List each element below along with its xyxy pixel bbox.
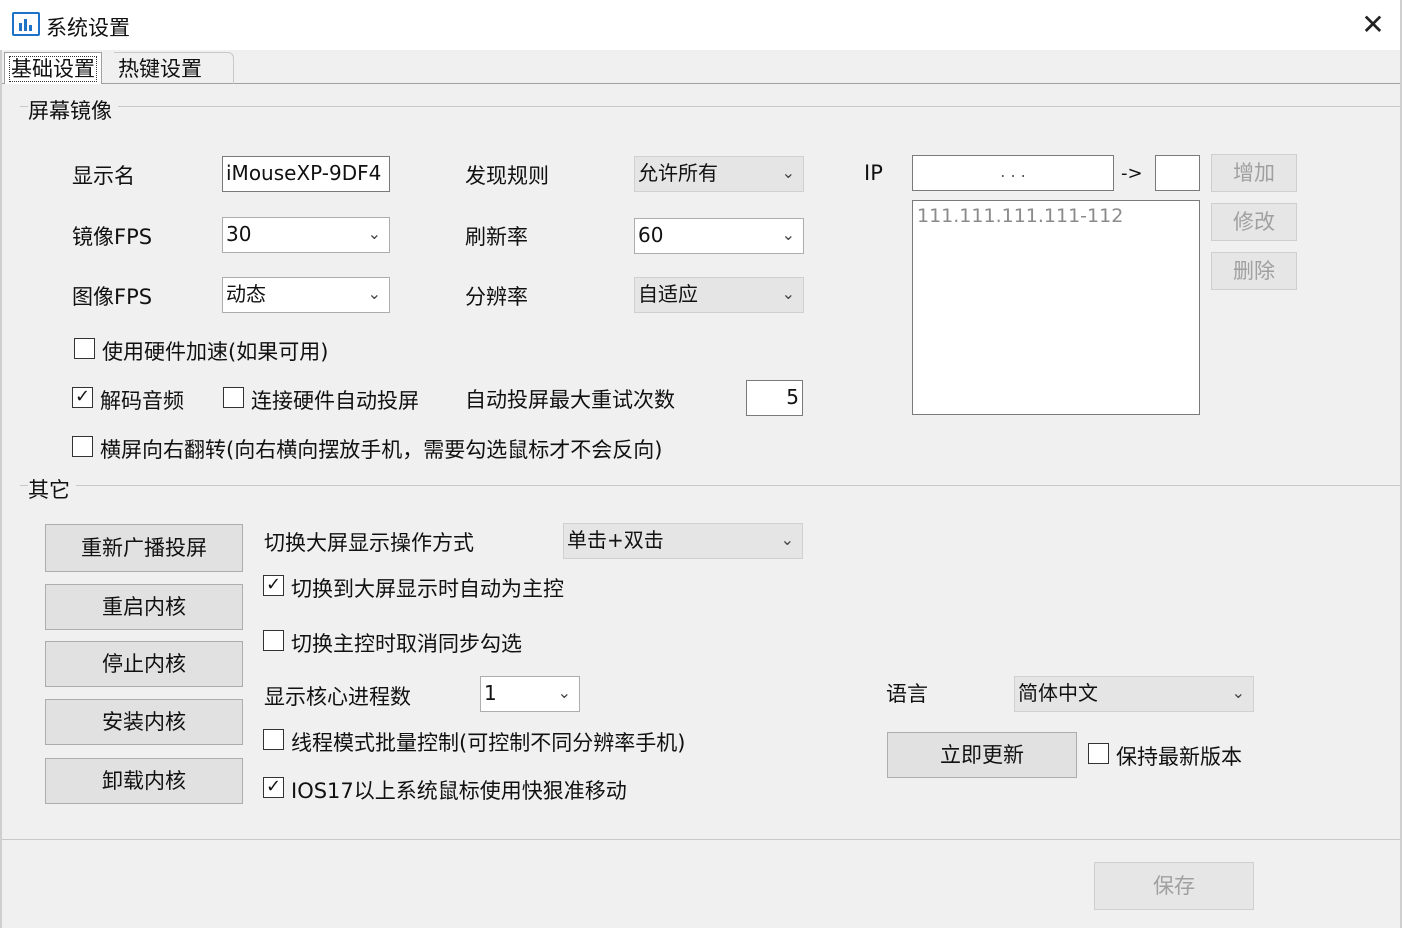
cancel-sync-checkbox[interactable] (263, 630, 284, 651)
hw-accel-checkbox[interactable] (74, 338, 95, 359)
thread-mode-checkbox[interactable] (263, 729, 284, 750)
ip-range-end-input[interactable] (1155, 155, 1200, 191)
chevron-down-icon: ⌄ (367, 224, 381, 243)
update-now-button[interactable]: 立即更新 (887, 732, 1077, 778)
keep-latest-checkbox[interactable] (1088, 743, 1109, 764)
restart-kernel-button[interactable]: 重启内核 (45, 584, 243, 630)
chevron-down-icon: ⌄ (781, 225, 795, 244)
language-select[interactable]: 简体中文 ⌄ (1014, 676, 1254, 712)
footer-divider (2, 839, 1400, 840)
chevron-down-icon: ⌄ (781, 284, 795, 303)
mirror-group-title: 屏幕镜像 (28, 95, 118, 125)
ios17-label: IOS17以上系统鼠标使用快狠准移动 (291, 779, 627, 803)
auto-master-label: 切换到大屏显示时自动为主控 (291, 577, 564, 601)
mirror-group-line (20, 106, 1400, 107)
add-button[interactable]: 增加 (1211, 154, 1297, 192)
thread-mode-label: 线程模式批量控制(可控制不同分辨率手机) (291, 731, 686, 755)
max-retry-input[interactable]: 5 (746, 380, 803, 416)
discovery-rule-label: 发现规则 (465, 164, 549, 188)
resolution-select[interactable]: 自适应 ⌄ (634, 277, 804, 313)
discovery-rule-select[interactable]: 允许所有 ⌄ (634, 156, 804, 192)
list-item[interactable]: 111.111.111.111-112 (917, 205, 1195, 227)
rebroadcast-button[interactable]: 重新广播投屏 (45, 524, 243, 572)
keep-latest-label: 保持最新版本 (1116, 745, 1242, 769)
refresh-rate-select[interactable]: 60 ⌄ (634, 218, 804, 254)
resolution-label: 分辨率 (465, 285, 528, 309)
display-name-input[interactable]: iMouseXP-9DF4 (222, 156, 390, 192)
discovery-rule-value: 允许所有 (638, 161, 718, 185)
install-kernel-button[interactable]: 安装内核 (45, 699, 243, 745)
image-fps-select[interactable]: 动态 ⌄ (222, 277, 390, 313)
tab-basic-settings-label: 基础设置 (9, 56, 97, 82)
other-group-title: 其它 (28, 474, 76, 504)
stop-kernel-button[interactable]: 停止内核 (45, 641, 243, 687)
switch-mode-label: 切换大屏显示操作方式 (264, 531, 474, 555)
auto-cast-label: 连接硬件自动投屏 (251, 389, 419, 413)
chevron-down-icon: ⌄ (557, 683, 571, 702)
hw-accel-label: 使用硬件加速(如果可用) (102, 340, 329, 364)
auto-master-checkbox[interactable]: ✓ (263, 575, 284, 596)
max-retry-label: 自动投屏最大重试次数 (465, 388, 675, 412)
tab-basic-settings[interactable]: 基础设置 (4, 52, 102, 84)
landscape-flip-label: 横屏向右翻转(向右横向摆放手机，需要勾选鼠标才不会反向) (100, 438, 663, 462)
core-procs-label: 显示核心进程数 (264, 685, 411, 709)
ip-address-input[interactable]: . . . (912, 155, 1114, 191)
cancel-sync-label: 切换主控时取消同步勾选 (291, 632, 522, 656)
image-fps-value: 动态 (226, 282, 266, 306)
delete-button[interactable]: 删除 (1211, 252, 1297, 290)
mirror-fps-select[interactable]: 30 ⌄ (222, 217, 390, 253)
edit-button[interactable]: 修改 (1211, 203, 1297, 241)
chevron-down-icon: ⌄ (1231, 683, 1245, 702)
app-chart-icon (12, 12, 40, 36)
close-button[interactable]: ✕ (1356, 8, 1390, 42)
mirror-fps-value: 30 (226, 222, 252, 246)
tab-hotkey-settings-label: 热键设置 (118, 57, 202, 81)
uninstall-kernel-button[interactable]: 卸载内核 (45, 758, 243, 804)
ip-list[interactable]: 111.111.111.111-112 (912, 200, 1200, 415)
window-border-left (0, 50, 2, 928)
display-name-label: 显示名 (72, 164, 135, 188)
refresh-rate-value: 60 (638, 223, 664, 247)
other-group-line (20, 485, 1400, 486)
ip-label: IP (864, 161, 883, 185)
refresh-rate-label: 刷新率 (465, 225, 528, 249)
switch-mode-select[interactable]: 单击+双击 ⌄ (563, 523, 803, 559)
core-procs-select[interactable]: 1 ⌄ (480, 676, 580, 712)
image-fps-label: 图像FPS (72, 285, 153, 309)
resolution-value: 自适应 (638, 282, 698, 306)
window-title: 系统设置 (46, 16, 130, 40)
switch-mode-value: 单击+双击 (567, 528, 664, 552)
ip-range-arrow: -> (1121, 163, 1143, 184)
chevron-down-icon: ⌄ (780, 530, 794, 549)
core-procs-value: 1 (484, 681, 497, 705)
chevron-down-icon: ⌄ (367, 284, 381, 303)
save-button[interactable]: 保存 (1094, 862, 1254, 910)
language-label: 语言 (886, 682, 928, 706)
tab-hotkey-settings[interactable]: 热键设置 (114, 52, 234, 84)
decode-audio-label: 解码音频 (100, 389, 184, 413)
mirror-fps-label: 镜像FPS (72, 225, 153, 249)
chevron-down-icon: ⌄ (781, 163, 795, 182)
landscape-flip-checkbox[interactable] (72, 436, 93, 457)
title-bar (0, 0, 1402, 50)
language-value: 简体中文 (1018, 681, 1098, 705)
auto-cast-checkbox[interactable] (223, 387, 244, 408)
ios17-checkbox[interactable]: ✓ (263, 777, 284, 798)
decode-audio-checkbox[interactable]: ✓ (72, 387, 93, 408)
